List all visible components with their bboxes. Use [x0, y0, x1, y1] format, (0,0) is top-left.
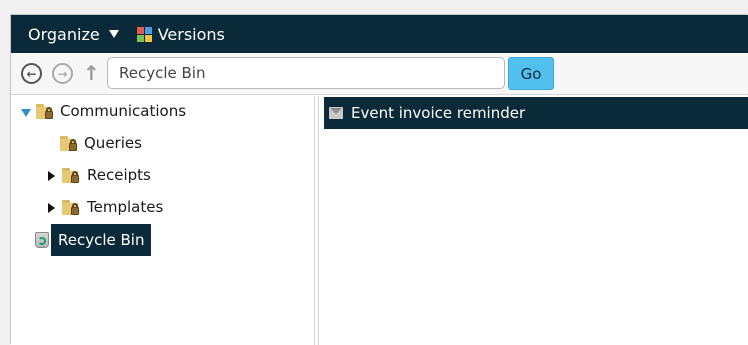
expand-closed-icon[interactable] — [48, 203, 55, 213]
top-toolbar: Organize Versions — [11, 15, 748, 53]
versions-button[interactable]: Versions — [136, 24, 225, 44]
tree-item-receipts[interactable]: Receipts — [11, 160, 314, 192]
locked-folder-icon — [62, 200, 80, 216]
folder-tree-pane: Communications Queries Receipts Template… — [11, 96, 314, 345]
back-arrow-icon[interactable]: ← — [21, 63, 42, 84]
expand-open-icon[interactable] — [21, 109, 31, 117]
locked-folder-icon — [60, 136, 78, 152]
expand-closed-icon[interactable] — [48, 171, 55, 181]
organize-label: Organize — [28, 24, 100, 44]
tree-item-templates[interactable]: Templates — [11, 192, 314, 224]
up-arrow-icon[interactable]: ↑ — [83, 61, 100, 85]
tree-item-label: Receipts — [87, 166, 151, 184]
tree-item-label: Queries — [84, 134, 142, 152]
email-icon — [329, 107, 343, 119]
versions-icon — [136, 26, 152, 42]
path-input[interactable] — [107, 57, 505, 89]
organize-menu[interactable]: Organize — [28, 25, 119, 44]
go-button[interactable]: Go — [508, 57, 554, 90]
tree-item-recycle-bin[interactable]: Recycle Bin — [11, 224, 314, 256]
list-item[interactable]: Event invoice reminder — [324, 97, 748, 129]
tree-item-label: Communications — [60, 102, 187, 120]
app-frame: Organize Versions ← → ↑ Go Communication… — [10, 14, 748, 345]
content-list-pane: Event invoice reminder — [319, 96, 748, 345]
tree-item-queries[interactable]: Queries — [11, 128, 314, 160]
recycle-bin-icon — [35, 232, 49, 248]
caret-down-icon — [108, 30, 119, 38]
list-item-label: Event invoice reminder — [351, 104, 526, 122]
versions-label: Versions — [157, 24, 225, 44]
tree-item-communications[interactable]: Communications — [11, 96, 314, 128]
tree-item-label: Templates — [87, 198, 164, 216]
navigation-bar: ← → ↑ Go — [11, 53, 748, 95]
tree-item-label: Recycle Bin — [51, 224, 152, 256]
forward-arrow-icon[interactable]: → — [52, 63, 73, 84]
locked-folder-icon — [62, 168, 80, 184]
locked-folder-icon — [36, 104, 54, 120]
